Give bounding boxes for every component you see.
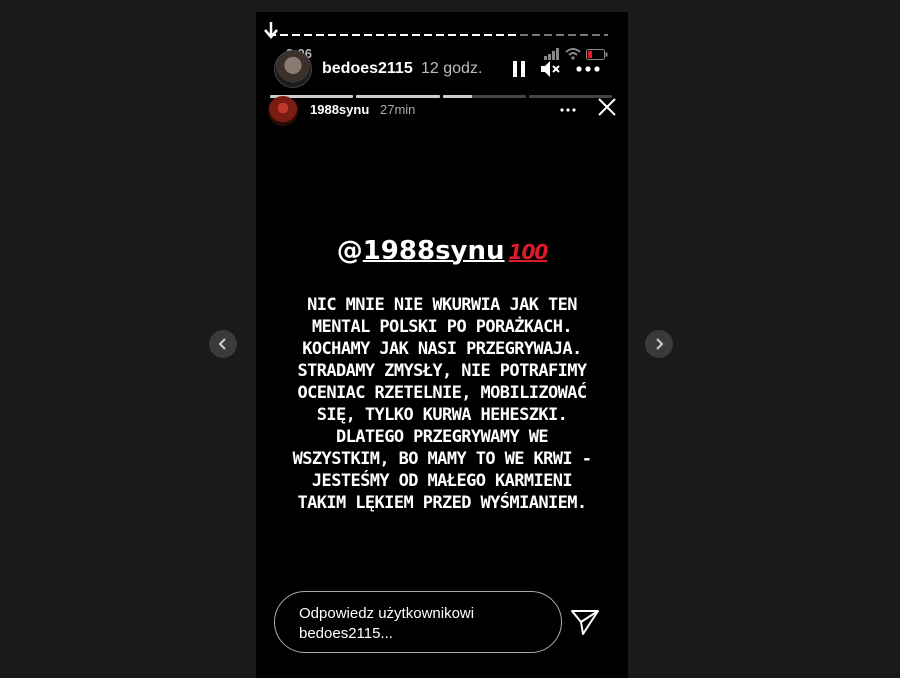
- story-text-line: JESTEŚMY OD MAŁEGO KARMIENI: [311, 471, 573, 491]
- outer-story-controls: [512, 60, 600, 78]
- signal-icon: [544, 48, 559, 60]
- chevron-left-icon: [218, 338, 226, 350]
- inner-username[interactable]: 1988synu: [310, 102, 369, 117]
- close-icon[interactable]: [596, 96, 618, 118]
- story-text-line: NIC MNIE NIE WKURWIA JAK TEN: [307, 295, 577, 315]
- mention-at: @: [336, 236, 363, 266]
- story-viewer: 3:06 bedoes2115 12 godz.: [0, 0, 900, 678]
- inner-story-header: 1988synu 27min: [256, 96, 628, 136]
- mention-sticker[interactable]: @1988synu 100: [256, 236, 628, 266]
- story-text-line: KOCHAMY JAK NASI PRZEGRYWAJA.: [302, 339, 582, 359]
- status-bar-icons: [544, 48, 608, 60]
- story-text-block: NIC MNIE NIE WKURWIA JAK TEN MENTAL POLS…: [292, 294, 592, 514]
- outer-username[interactable]: bedoes2115: [322, 60, 413, 78]
- chevron-right-icon: [656, 338, 664, 350]
- hundred-points-emoji: 100: [508, 240, 549, 264]
- recording-progress-remaining: [519, 34, 608, 36]
- outer-story-age: 12 godz.: [421, 60, 483, 77]
- story-text-line: OCENIAC RZETELNIE, MOBILIZOWAĆ: [297, 383, 587, 403]
- recording-progress-bar: [268, 34, 608, 36]
- outer-story-header: 3:06 bedoes2115 12 godz.: [256, 42, 628, 88]
- story-text-line: STRADAMY ZMYSŁY, NIE POTRAFIMY: [297, 361, 587, 381]
- story-text-line: DLATEGO PRZEGRYWAMY WE: [336, 427, 549, 447]
- down-arrow-icon: [264, 22, 278, 39]
- inner-avatar[interactable]: [268, 96, 298, 126]
- story-frame[interactable]: 3:06 bedoes2115 12 godz.: [256, 12, 628, 678]
- wifi-icon: [565, 48, 581, 60]
- reply-placeholder-line1: Odpowiedz użytkownikowi: [299, 605, 475, 622]
- outer-avatar[interactable]: [274, 50, 312, 88]
- inner-more-options-icon[interactable]: [560, 98, 576, 118]
- reply-placeholder-line2: bedoes2115...: [299, 625, 393, 642]
- inner-story-age: 27min: [380, 102, 416, 117]
- next-story-button[interactable]: [645, 330, 673, 358]
- mute-icon[interactable]: [540, 60, 562, 78]
- more-options-icon[interactable]: [576, 66, 600, 72]
- battery-icon: [586, 48, 608, 60]
- reply-input[interactable]: Odpowiedz użytkownikowi bedoes2115...: [274, 591, 562, 653]
- mention-handle[interactable]: 1988synu: [363, 236, 505, 266]
- story-text-line: TAKIM LĘKIEM PRZED WYŚMIANIEM.: [297, 493, 587, 513]
- story-text-line: SIĘ, TYLKO KURWA HEHESZKI.: [316, 405, 568, 425]
- send-icon[interactable]: [570, 608, 600, 636]
- story-text-line: WSZYSTKIM, BO MAMY TO WE KRWI -: [292, 449, 592, 469]
- story-text-line: MENTAL POLSKI PO PORAŻKACH.: [311, 317, 573, 337]
- previous-story-button[interactable]: [209, 330, 237, 358]
- pause-icon[interactable]: [512, 60, 526, 78]
